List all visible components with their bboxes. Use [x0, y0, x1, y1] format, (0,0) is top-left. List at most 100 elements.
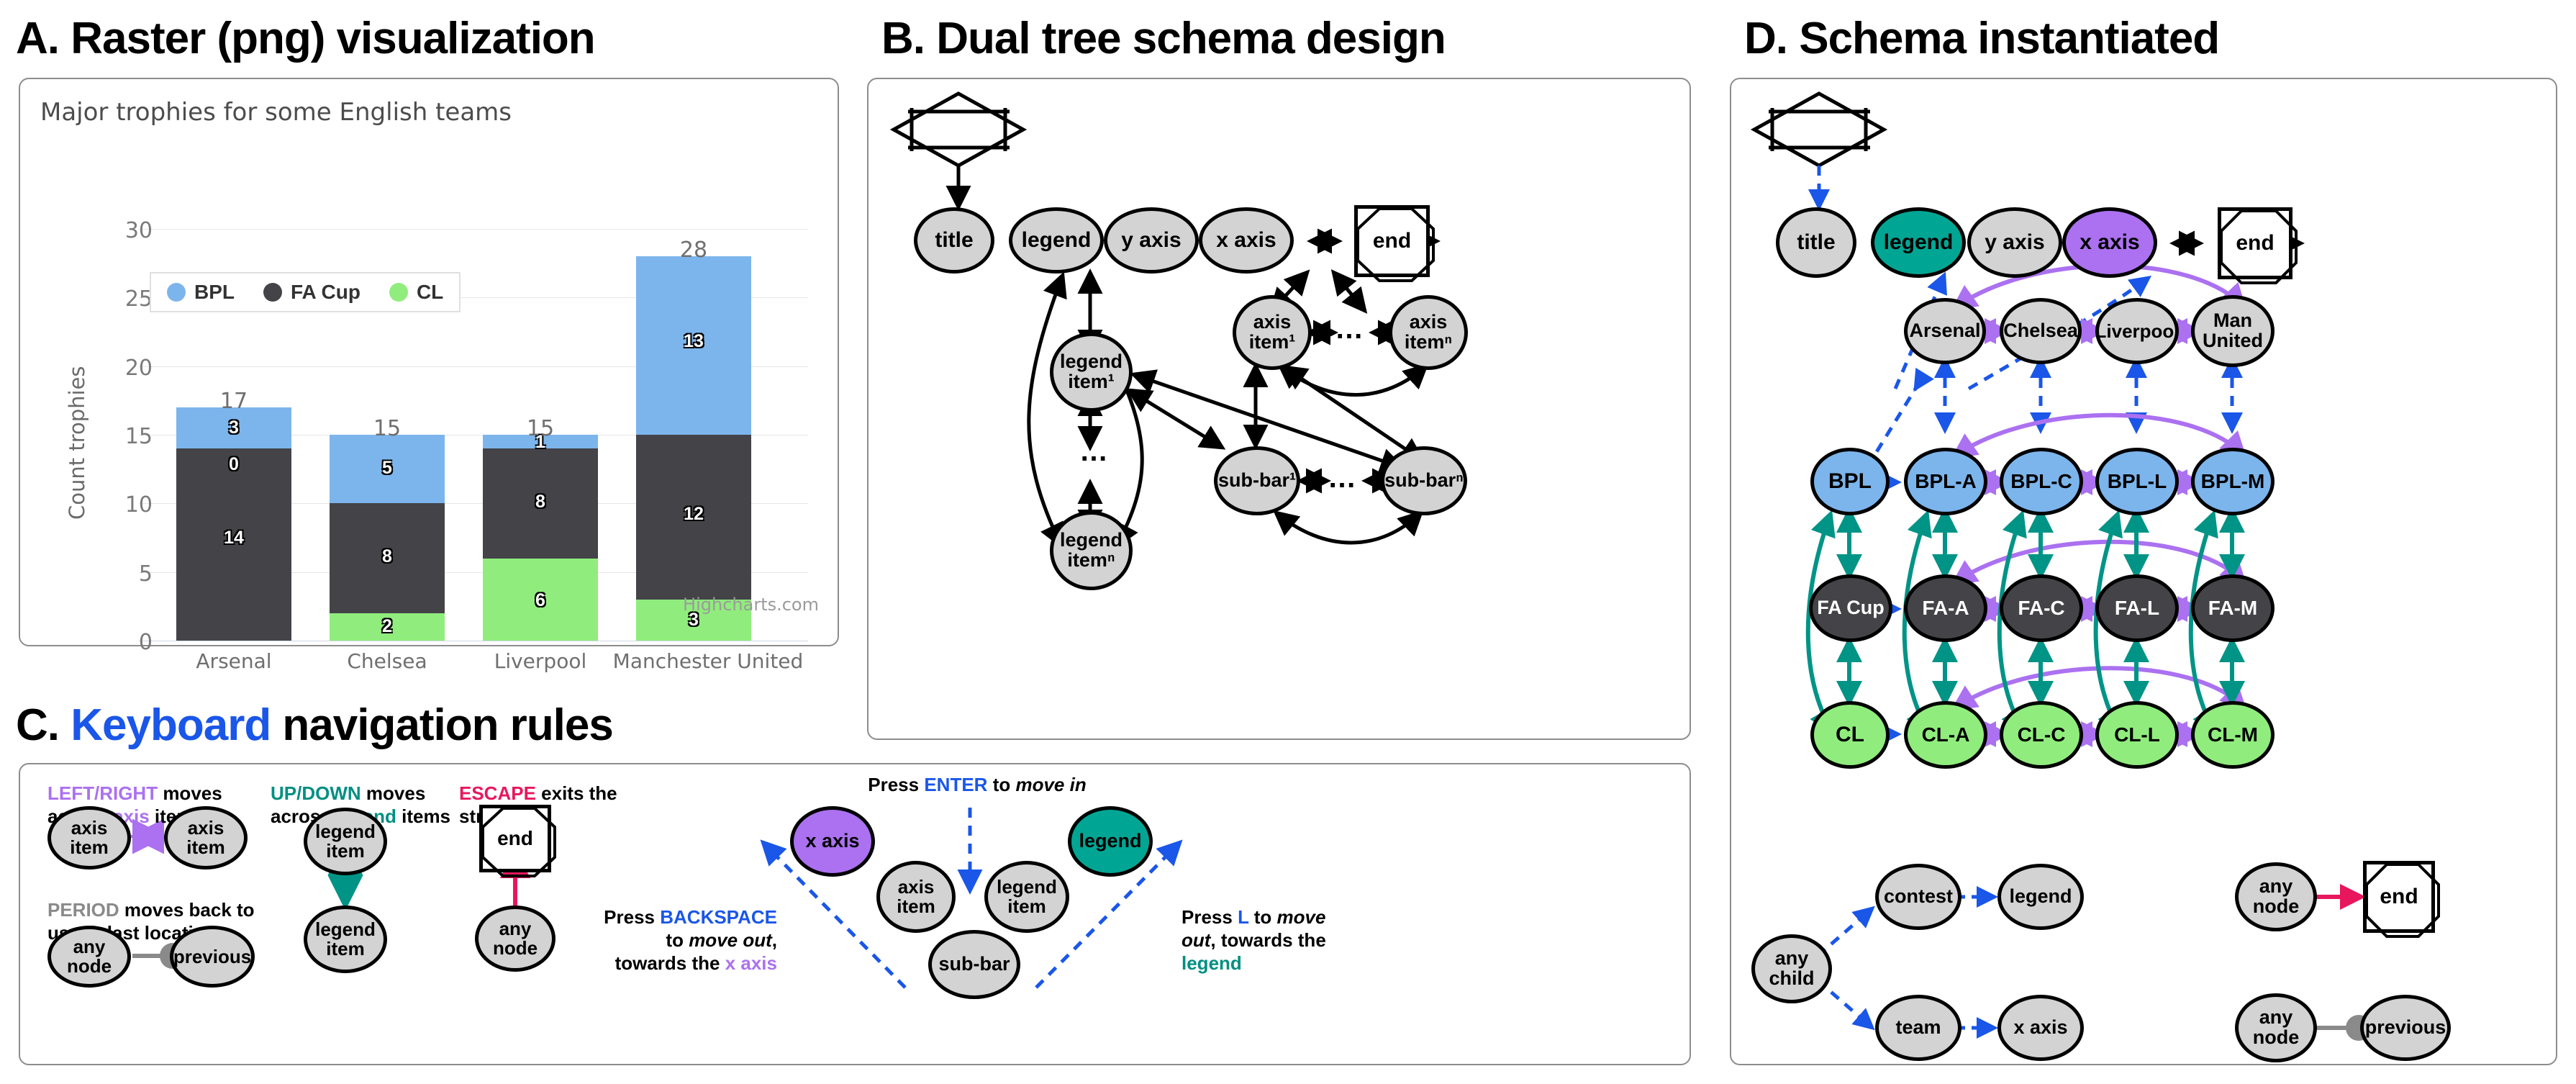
node-x-axis[interactable]: x axis — [1199, 207, 1294, 274]
chart-title: Major trophies for some English teams — [40, 98, 512, 127]
caption-key: BACKSPACE — [660, 906, 777, 928]
node-legend[interactable]: legend — [1009, 207, 1104, 274]
node-title[interactable]: title — [1776, 207, 1856, 278]
node-cl-a[interactable]: CL-A — [1904, 701, 1987, 769]
node-axis-item-1[interactable]: axis item¹ — [1233, 295, 1312, 370]
node-x-axis[interactable]: x axis — [2062, 207, 2157, 278]
bar-value: 14 — [224, 528, 244, 548]
node-team-chelsea[interactable]: Chelsea — [2000, 298, 2082, 364]
y-tick: 5 — [138, 561, 153, 587]
legend-swatch-icon — [263, 283, 282, 302]
panel-c-keyword: Keyboard — [71, 700, 271, 750]
y-tick: 25 — [124, 286, 153, 312]
node-legend-item-center[interactable]: legend item — [984, 861, 1069, 933]
caption-text: to — [1248, 906, 1277, 928]
node-previous[interactable]: previous — [170, 926, 255, 988]
node-any-node-escape[interactable]: any node — [475, 905, 555, 972]
node-y-axis[interactable]: y axis — [1104, 207, 1199, 274]
node-end[interactable]: end — [2218, 207, 2298, 284]
node-fa-m[interactable]: FA-M — [2191, 574, 2275, 642]
node-sub-bar-center[interactable]: sub-bar — [928, 930, 1020, 999]
node-x-axis-target[interactable]: x axis — [1997, 995, 2084, 1061]
node-team-man-united[interactable]: Man United — [2191, 295, 2275, 367]
node-bpl-m[interactable]: BPL-M — [2191, 448, 2275, 515]
node-bpl-root[interactable]: BPL — [1810, 448, 1890, 515]
node-axis-item-n[interactable]: axis itemⁿ — [1389, 295, 1468, 370]
caption-text: to — [666, 929, 689, 952]
node-axis-item-a[interactable]: axis item — [47, 806, 131, 870]
panel-d-title: D. Schema instantiated — [1744, 14, 2220, 63]
node-legend-highlight[interactable]: legend — [1068, 806, 1153, 877]
node-y-axis[interactable]: y axis — [1967, 207, 2062, 278]
node-legend-target[interactable]: legend — [1997, 864, 2084, 930]
caption-key: ENTER — [924, 774, 988, 795]
node-cl-l[interactable]: CL-L — [2095, 701, 2179, 769]
node-bpl-c[interactable]: BPL-C — [2000, 448, 2083, 515]
caption-text: to — [987, 774, 1016, 795]
node-team[interactable]: team — [1875, 995, 1962, 1061]
node-cl-c[interactable]: CL-C — [2000, 701, 2083, 769]
node-axis-item-center[interactable]: axis item — [876, 861, 956, 933]
node-any-node-period[interactable]: any node — [47, 926, 131, 988]
node-sub-bar-1[interactable]: sub-bar¹ — [1214, 446, 1300, 515]
node-previous[interactable]: previous — [2360, 995, 2451, 1061]
caption-text: towards the — [614, 952, 725, 975]
panel-c-suffix: navigation rules — [271, 700, 613, 750]
node-fa-l[interactable]: FA-L — [2095, 574, 2179, 642]
bar-value: 12 — [684, 504, 704, 524]
rule-text: moves — [360, 782, 426, 804]
node-bpl-l[interactable]: BPL-L — [2095, 448, 2179, 515]
node-bpl-a[interactable]: BPL-A — [1904, 448, 1987, 515]
node-x-axis-highlight[interactable]: x axis — [790, 806, 875, 877]
node-end[interactable]: end — [1354, 205, 1435, 282]
node-legend-item-a[interactable]: legend item — [304, 808, 387, 875]
node-team-arsenal[interactable]: Arsenal — [1904, 298, 1986, 364]
node-end-label: end — [1372, 229, 1412, 253]
bar-total: 28 — [679, 238, 708, 263]
legend-item-facup[interactable]: FA Cup — [263, 281, 360, 304]
caption-text: Press — [1182, 906, 1238, 928]
node-team-liverpool[interactable]: Liverpool — [2095, 298, 2180, 364]
bar-value: 3 — [229, 417, 239, 438]
panel-a-title: A. Raster (png) visualization — [16, 14, 596, 63]
node-facup-root[interactable]: FA Cup — [1809, 574, 1892, 642]
bar-value: 8 — [382, 546, 392, 566]
legend-label: CL — [416, 281, 444, 303]
y-axis-label: Count trophies — [65, 366, 89, 520]
node-sub-bar-n[interactable]: sub-barⁿ — [1381, 446, 1467, 515]
chart-credit[interactable]: Highcharts.com — [683, 595, 819, 615]
y-tick: 15 — [124, 424, 153, 449]
node-any-node-exit[interactable]: any node — [2235, 862, 2317, 931]
legend-swatch-icon — [389, 283, 408, 302]
legend-item-bpl[interactable]: BPL — [167, 281, 235, 304]
node-fa-c[interactable]: FA-C — [2000, 574, 2083, 642]
node-legend-item-b[interactable]: legend item — [304, 905, 387, 973]
node-any-child[interactable]: any child — [1751, 934, 1832, 1003]
node-legend-item-n[interactable]: legend itemⁿ — [1050, 511, 1133, 590]
node-end-exit[interactable]: end — [2363, 861, 2440, 938]
bar-total: 15 — [373, 416, 402, 441]
node-fa-a[interactable]: FA-A — [1904, 574, 1987, 642]
panel-b-edges — [889, 91, 1441, 549]
node-any-node-previous[interactable]: any node — [2235, 993, 2317, 1062]
node-legend[interactable]: legend — [1871, 207, 1966, 278]
gridline — [139, 229, 808, 230]
chart-legend[interactable]: BPL FA Cup CL — [150, 272, 461, 312]
node-end-escape[interactable]: end — [479, 805, 556, 877]
node-legend-item-1[interactable]: legend item¹ — [1050, 333, 1133, 412]
node-title[interactable]: title — [914, 207, 994, 274]
node-end-label: end — [2236, 231, 2275, 255]
caption-em: out — [1182, 929, 1211, 952]
caption-em: move in — [1015, 774, 1087, 795]
node-cl-root[interactable]: CL — [1810, 701, 1890, 769]
node-contest[interactable]: contest — [1875, 864, 1962, 930]
legend-item-cl[interactable]: CL — [389, 281, 443, 304]
rule-text: exits the — [535, 782, 617, 804]
caption-text: , towards the — [1210, 929, 1326, 952]
panel-d-instance-card: title legend y axis x axis end Arsenal C… — [1730, 78, 2557, 1065]
node-end-label: end — [2380, 885, 2418, 908]
node-axis-item-b[interactable]: axis item — [164, 806, 248, 870]
y-tick: 0 — [138, 630, 153, 655]
rule-key: ESCAPE — [459, 782, 536, 804]
node-cl-m[interactable]: CL-M — [2191, 701, 2275, 769]
